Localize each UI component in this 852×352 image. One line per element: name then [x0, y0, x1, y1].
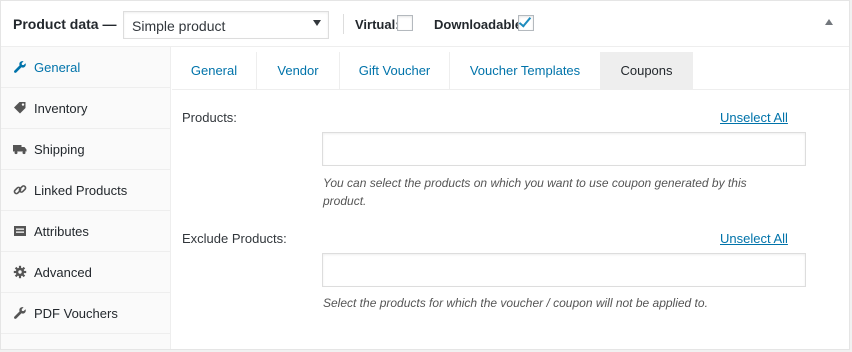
- wrench-icon: [13, 60, 27, 74]
- sidebar-item-label: PDF Vouchers: [34, 306, 118, 321]
- truck-icon: [13, 142, 27, 156]
- sidebar-item-advanced[interactable]: Advanced: [1, 252, 170, 293]
- header-divider: [343, 14, 344, 34]
- tab-general[interactable]: General: [172, 52, 257, 90]
- link-icon: [13, 183, 27, 197]
- tab-label: Coupons: [620, 63, 673, 78]
- virtual-label: Virtual:: [355, 17, 400, 32]
- sidebar-item-label: Advanced: [34, 265, 92, 280]
- chevron-down-icon: [313, 20, 321, 26]
- sidebar-item-shipping[interactable]: Shipping: [1, 129, 170, 170]
- tab-voucher-templates[interactable]: Voucher Templates: [450, 52, 601, 90]
- sidebar-item-inventory[interactable]: Inventory: [1, 88, 170, 129]
- sidebar-item-attributes[interactable]: Attributes: [1, 211, 170, 252]
- tab-gift-voucher[interactable]: Gift Voucher: [340, 52, 450, 90]
- product-data-panel: Product data — Simple product Virtual: D…: [0, 0, 850, 350]
- product-type-value: Simple product: [132, 18, 226, 34]
- sidebar-item-pdf-vouchers[interactable]: PDF Vouchers: [1, 293, 170, 334]
- voucher-tabs: General Vendor Gift Voucher Voucher Temp…: [172, 47, 849, 90]
- virtual-checkbox[interactable]: [397, 15, 413, 31]
- products-input[interactable]: [322, 132, 806, 166]
- panel-title: Product data —: [13, 16, 117, 32]
- tag-icon: [13, 101, 27, 115]
- products-description: You can select the products on which you…: [323, 176, 747, 208]
- downloadable-checkbox[interactable]: [518, 14, 534, 31]
- exclude-products-input[interactable]: [322, 253, 806, 287]
- tab-label: Vendor: [277, 63, 319, 78]
- tab-label: Voucher Templates: [469, 63, 581, 78]
- sidebar-item-label: Attributes: [34, 224, 89, 239]
- tab-label: Gift Voucher: [358, 63, 431, 78]
- sidebar-item-linked-products[interactable]: Linked Products: [1, 170, 170, 211]
- sidebar-item-label: General: [34, 60, 81, 75]
- collapse-toggle-icon[interactable]: [825, 19, 833, 25]
- sidebar-item-label: Linked Products: [34, 183, 128, 198]
- exclude-products-label: Exclude Products:: [182, 231, 287, 246]
- tab-coupons[interactable]: Coupons: [601, 52, 693, 90]
- product-data-sidebar: General Inventory Shipping Linked Produc…: [1, 47, 171, 349]
- exclude-products-unselect-all-link[interactable]: Unselect All: [720, 231, 788, 246]
- exclude-products-description: Select the products for which the vouche…: [323, 296, 708, 310]
- products-label: Products:: [182, 110, 237, 125]
- wrench-icon: [13, 306, 27, 320]
- tab-vendor[interactable]: Vendor: [257, 52, 340, 90]
- list-icon: [13, 224, 27, 238]
- sidebar-item-general[interactable]: General: [1, 47, 170, 88]
- tab-label: General: [190, 63, 238, 78]
- checkmark-icon: [518, 14, 532, 28]
- panel-header: Product data — Simple product Virtual: D…: [1, 1, 849, 47]
- sidebar-item-label: Inventory: [34, 101, 88, 116]
- downloadable-label: Downloadable:: [434, 17, 527, 32]
- products-unselect-all-link[interactable]: Unselect All: [720, 110, 788, 125]
- gear-icon: [13, 265, 27, 279]
- product-type-select[interactable]: Simple product: [123, 11, 329, 39]
- sidebar-item-label: Shipping: [34, 142, 85, 157]
